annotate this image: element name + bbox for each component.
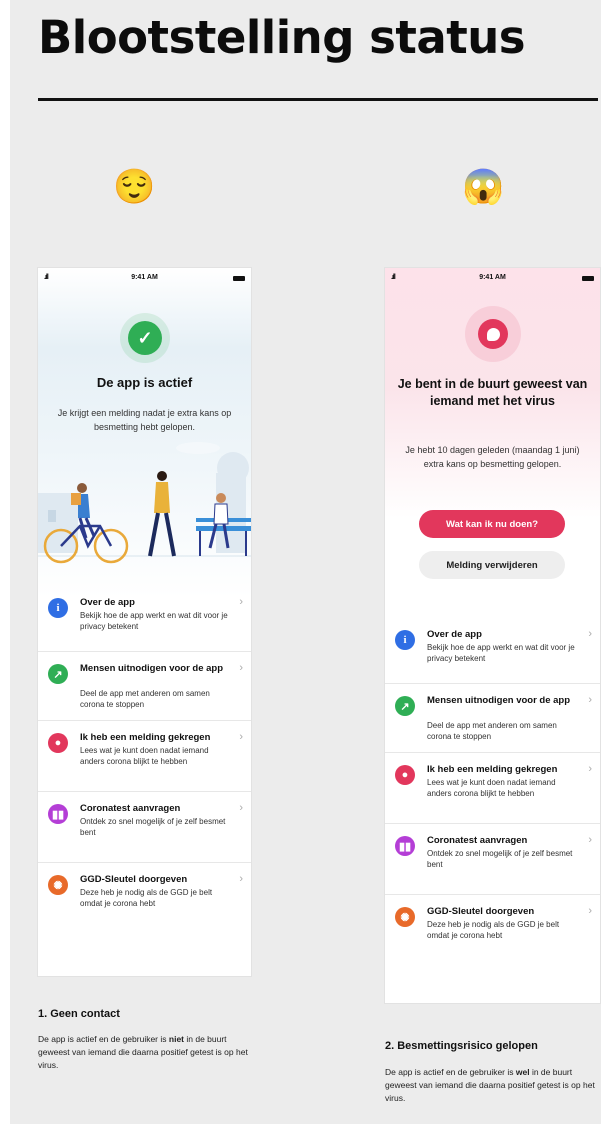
check-status-icon: ✓: [120, 313, 170, 363]
status-subtitle: Je krijgt een melding nadat je extra kan…: [57, 408, 232, 432]
menu-item-title: GGD-Sleutel doorgeven: [80, 874, 188, 885]
title-divider: [38, 98, 598, 101]
menu-item-desc: Bekijk hoe de app werkt en wat dit voor …: [427, 643, 575, 663]
caption-title-no-contact: 1. Geen contact: [38, 1008, 120, 1020]
canvas: Blootstelling status 😌 😱 .ıll 9:41 AM ✓ …: [10, 0, 601, 1124]
relieved-face-icon: 😌: [113, 168, 156, 206]
test-tube-icon: ▮▮: [48, 804, 68, 824]
menu-item-desc: Deze heb je nodig als de GGD je belt omd…: [427, 920, 560, 940]
menu-item-title: Mensen uitnodigen voor de app: [80, 663, 224, 674]
menu-item-melding-gekregen[interactable]: ● Ik heb een melding gekregen Lees wat j…: [38, 720, 251, 791]
battery-icon: [233, 276, 245, 281]
menu-item-desc: Ontdek zo snel mogelijk of je zelf besme…: [427, 849, 573, 869]
battery-icon: [582, 276, 594, 281]
screaming-face-icon: 😱: [462, 168, 505, 206]
notification-icon: ●: [395, 765, 415, 785]
menu-item-over-de-app[interactable]: i Over de app Bekijk hoe de app werkt en…: [38, 586, 251, 651]
menu-item-over-de-app[interactable]: i Over de app Bekijk hoe de app werkt en…: [385, 618, 600, 683]
page-title: Blootstelling status: [38, 11, 526, 64]
chevron-right-icon: ›: [239, 662, 243, 674]
virus-icon: ✺: [48, 875, 68, 895]
chevron-right-icon: ›: [588, 834, 592, 846]
menu-item-desc: Deze heb je nodig als de GGD je belt omd…: [80, 888, 213, 908]
menu-item-mensen-uitnodigen[interactable]: ↗ Mensen uitnodigen voor de app Deel de …: [38, 651, 251, 720]
caption-emphasis: wel: [515, 1067, 530, 1077]
menu-item-desc: Lees wat je kunt doen nadat iemand ander…: [80, 746, 209, 766]
status-time: 9:41 AM: [479, 274, 506, 281]
menu-item-coronatest[interactable]: ▮▮ Coronatest aanvragen Ontdek zo snel m…: [38, 791, 251, 862]
alert-status-icon: [465, 306, 521, 362]
status-subtitle: Je hebt 10 dagen geleden (maandag 1 juni…: [405, 445, 580, 469]
menu-item-title: Over de app: [427, 629, 482, 640]
menu-item-coronatest[interactable]: ▮▮ Coronatest aanvragen Ontdek zo snel m…: [385, 823, 600, 894]
caption-text-exposure-risk: De app is actief en de gebruiker is wel …: [385, 1066, 600, 1105]
menu-item-title: Coronatest aanvragen: [427, 835, 528, 846]
test-tube-icon: ▮▮: [395, 836, 415, 856]
caption-text-part: De app is actief en de gebruiker is: [38, 1034, 169, 1044]
menu-item-melding-gekregen[interactable]: ● Ik heb een melding gekregen Lees wat j…: [385, 752, 600, 823]
menu-item-ggd-sleutel[interactable]: ✺ GGD-Sleutel doorgeven Deze heb je nodi…: [385, 894, 600, 965]
status-headline: Je bent in de buurt geweest van iemand m…: [397, 377, 588, 408]
status-headline: De app is actief: [96, 375, 193, 390]
menu-item-desc: Lees wat je kunt doen nadat iemand ander…: [427, 778, 556, 798]
chevron-right-icon: ›: [239, 873, 243, 885]
chevron-right-icon: ›: [239, 731, 243, 743]
menu-item-title: GGD-Sleutel doorgeven: [427, 906, 535, 917]
menu-item-desc: Deel de app met anderen om samen corona …: [427, 721, 557, 741]
virus-icon: ✺: [395, 907, 415, 927]
chevron-right-icon: ›: [588, 628, 592, 640]
notification-icon: ●: [48, 733, 68, 753]
chevron-right-icon: ›: [588, 905, 592, 917]
caption-title-exposure-risk: 2. Besmettingsrisico gelopen: [385, 1040, 538, 1052]
menu-item-desc: Ontdek zo snel mogelijk of je zelf besme…: [80, 817, 226, 837]
menu-item-mensen-uitnodigen[interactable]: ↗ Mensen uitnodigen voor de app Deel de …: [385, 683, 600, 752]
menu-item-title: Ik heb een melding gekregen: [427, 764, 558, 775]
menu-item-title: Ik heb een melding gekregen: [80, 732, 211, 743]
chevron-right-icon: ›: [239, 802, 243, 814]
chevron-right-icon: ›: [588, 694, 592, 706]
menu-list: i Over de app Bekijk hoe de app werkt en…: [385, 618, 600, 965]
status-bar: .ıll 9:41 AM: [385, 268, 600, 288]
caption-text-no-contact: De app is actief en de gebruiker is niet…: [38, 1033, 258, 1072]
what-to-do-button[interactable]: Wat kan ik nu doen?: [419, 510, 565, 538]
menu-item-title: Coronatest aanvragen: [80, 803, 181, 814]
caption-text-part: De app is actief en de gebruiker is: [385, 1067, 516, 1077]
caption-emphasis: niet: [168, 1034, 185, 1044]
menu-item-desc: Bekijk hoe de app werkt en wat dit voor …: [80, 611, 228, 631]
menu-item-title: Over de app: [80, 597, 135, 608]
status-time: 9:41 AM: [131, 274, 158, 281]
menu-item-desc: Deel de app met anderen om samen corona …: [80, 689, 210, 709]
menu-item-title: Mensen uitnodigen voor de app: [427, 695, 571, 706]
phone-screen-exposure-risk: .ıll 9:41 AM Je bent in de buurt geweest…: [385, 268, 600, 1003]
menu-item-ggd-sleutel[interactable]: ✺ GGD-Sleutel doorgeven Deze heb je nodi…: [38, 862, 251, 933]
status-bar: .ıll 9:41 AM: [38, 268, 251, 288]
info-icon: i: [395, 630, 415, 650]
share-icon: ↗: [48, 664, 68, 684]
info-icon: i: [48, 598, 68, 618]
people-outdoors-illustration: [38, 442, 251, 564]
menu-list: i Over de app Bekijk hoe de app werkt en…: [38, 586, 251, 933]
share-icon: ↗: [395, 696, 415, 716]
phone-screen-no-contact: .ıll 9:41 AM ✓ De app is actief Je krijg…: [38, 268, 251, 976]
chevron-right-icon: ›: [239, 596, 243, 608]
chevron-right-icon: ›: [588, 763, 592, 775]
remove-notification-button[interactable]: Melding verwijderen: [419, 551, 565, 579]
